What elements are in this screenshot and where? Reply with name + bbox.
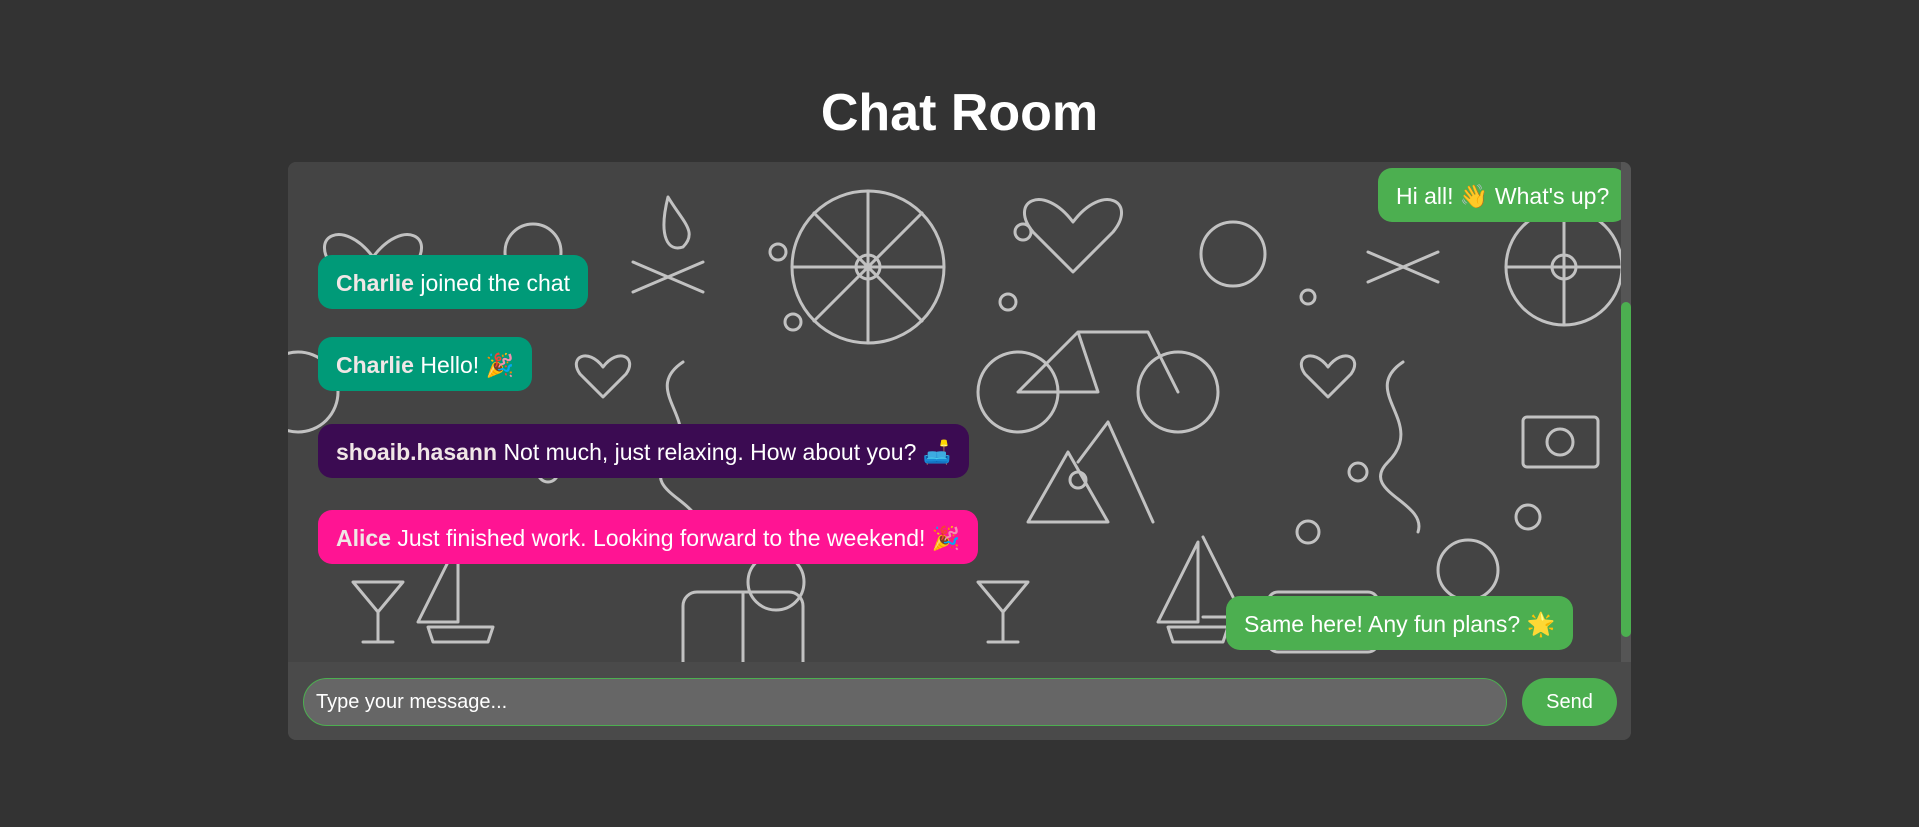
- message-text: joined the chat: [420, 270, 570, 296]
- message-text: Hello! 🎉: [420, 352, 515, 378]
- message-bubble: Hi all! 👋 What's up?: [1378, 168, 1628, 222]
- message-bubble: Same here! Any fun plans? 🌟: [1226, 596, 1574, 650]
- message-text: Just finished work. Looking forward to t…: [397, 525, 961, 551]
- message-bubble: Alice Just finished work. Looking forwar…: [318, 510, 979, 564]
- chat-container: Hi all! 👋 What's up? Charlie joined the …: [288, 162, 1631, 740]
- messages-area[interactable]: Hi all! 👋 What's up? Charlie joined the …: [288, 162, 1631, 662]
- message-bubble: Charlie joined the chat: [318, 255, 588, 309]
- scrollbar-thumb[interactable]: [1621, 302, 1631, 637]
- message-sender: Charlie: [336, 352, 414, 378]
- message-sender: Alice: [336, 525, 391, 551]
- doodle-background: [288, 189, 1621, 662]
- message-text: Same here! Any fun plans? 🌟: [1244, 611, 1556, 637]
- page-title: Chat Room: [820, 84, 1099, 142]
- message-input[interactable]: [303, 678, 1507, 726]
- message-bubble: Charlie Hello! 🎉: [318, 337, 533, 391]
- message-sender: Charlie: [336, 270, 414, 296]
- message-text: Not much, just relaxing. How about you? …: [503, 439, 952, 465]
- send-button[interactable]: Send: [1522, 678, 1617, 726]
- messages-scrollbar[interactable]: [1621, 162, 1631, 662]
- composer-bar: Send: [288, 662, 1631, 740]
- message-bubble: shoaib.hasann Not much, just relaxing. H…: [318, 424, 970, 478]
- message-text: Hi all! 👋 What's up?: [1396, 183, 1610, 209]
- message-sender: shoaib.hasann: [336, 439, 498, 465]
